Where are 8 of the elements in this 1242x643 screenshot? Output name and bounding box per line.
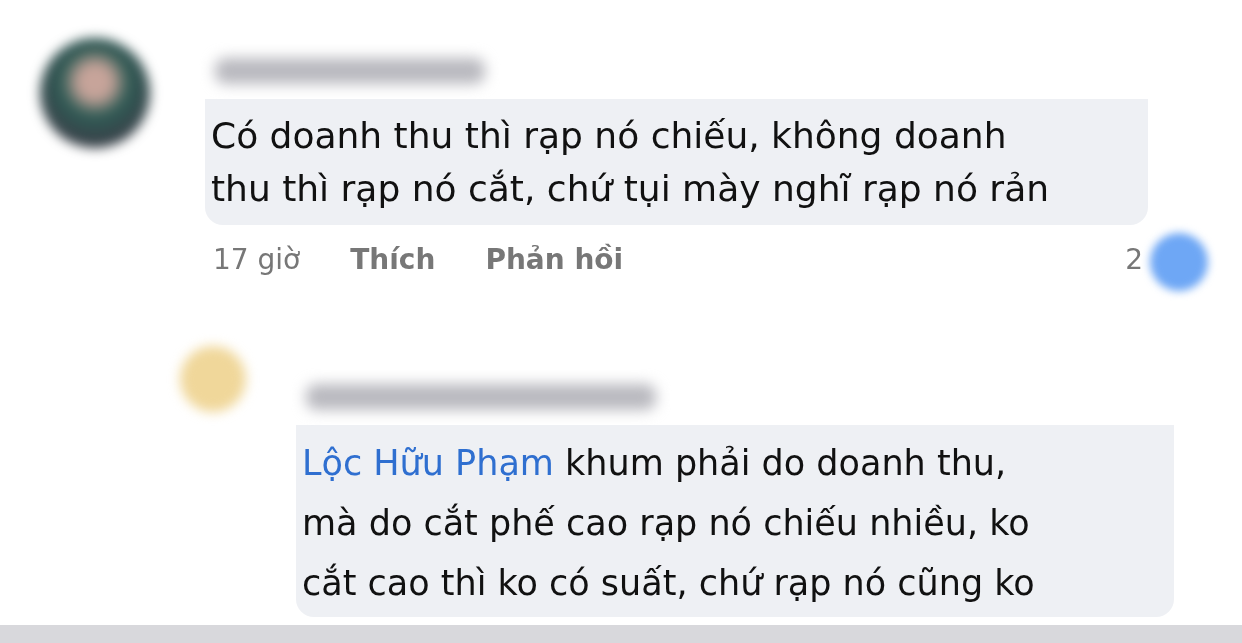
reaction-count: 2 bbox=[1125, 243, 1143, 276]
mention-link[interactable]: Lộc Hữu Phạm bbox=[302, 443, 554, 483]
comment-action-link[interactable]: Thích bbox=[350, 243, 436, 276]
comment-text: Có doanh thu thì rạp nó chiếu, không doanh thu thì rạp nó cắt, chứ tụi mày nghĩ rạp nó rản bbox=[205, 99, 1148, 225]
reply-text: Lộc Hữu Phạm khum phải do doanh thu, mà do cắt phế cao rạp nó chiếu nhiều, ko cắt cao thì ko có suất, chứ rạp nó cũng ko bbox=[296, 425, 1174, 617]
comment-action-link[interactable]: Phản hồi bbox=[485, 243, 624, 276]
avatar[interactable] bbox=[40, 38, 150, 148]
comment-time: 17 giờ bbox=[213, 243, 301, 276]
